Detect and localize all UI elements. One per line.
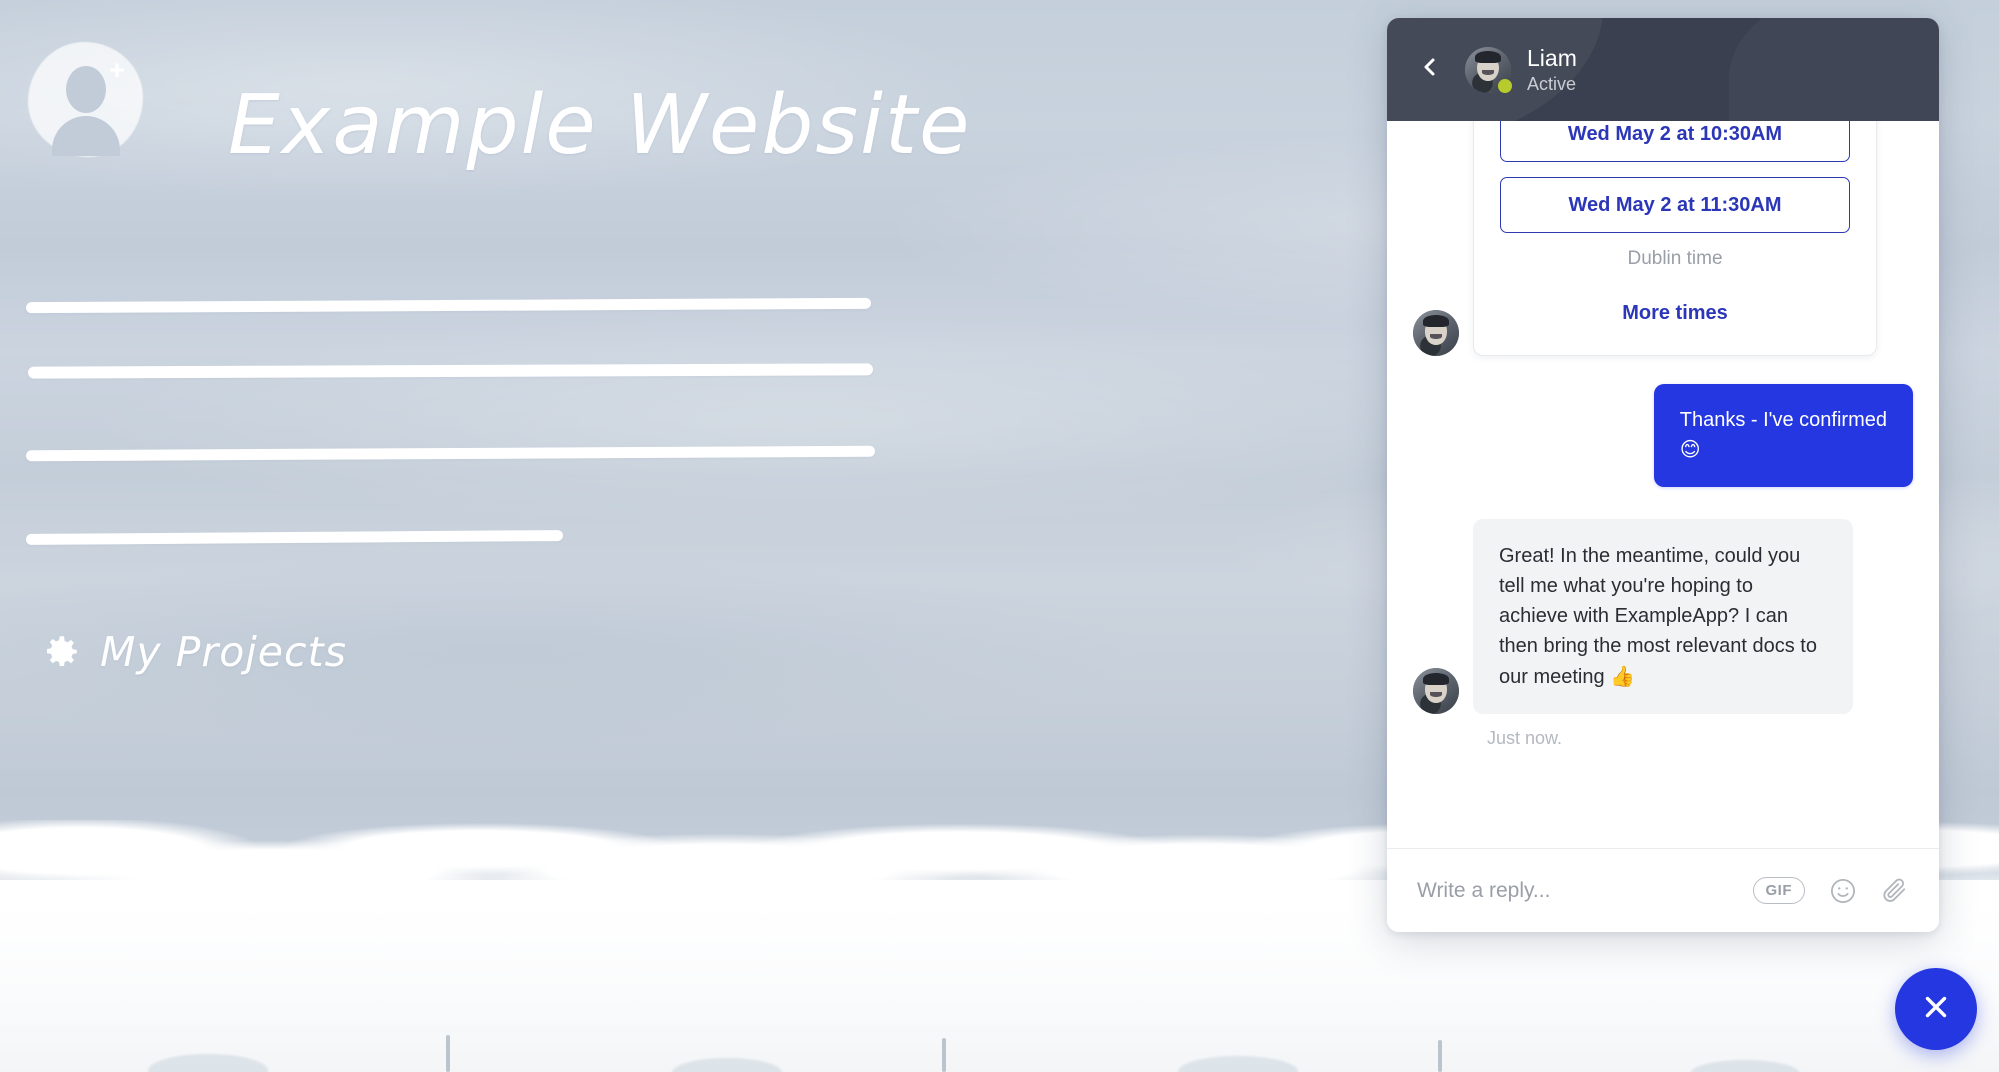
avatar-hair bbox=[1475, 51, 1501, 64]
list-item: Wed May 2 at 10:30AM Wed May 2 at 11:30A… bbox=[1413, 121, 1913, 356]
logo-plus-glyph: + bbox=[109, 55, 125, 85]
message-bubble-incoming: Great! In the meantime, could you tell m… bbox=[1473, 519, 1853, 714]
appointment-card: Wed May 2 at 10:30AM Wed May 2 at 11:30A… bbox=[1473, 121, 1877, 356]
avatar-photo bbox=[1413, 310, 1459, 356]
message-bubble-outgoing: Thanks - I've confirmed 😊 bbox=[1653, 384, 1913, 487]
avatar-hair bbox=[1423, 672, 1449, 685]
my-projects-link[interactable]: My Projects bbox=[40, 628, 347, 676]
chevron-left-icon bbox=[1418, 55, 1442, 84]
gear-icon bbox=[40, 631, 82, 673]
timezone-note: Dublin time bbox=[1627, 248, 1723, 269]
smiley-icon[interactable] bbox=[1829, 877, 1857, 905]
page-title: Example Website bbox=[228, 78, 972, 173]
avatar-smile bbox=[1430, 333, 1442, 339]
avatar bbox=[1413, 310, 1459, 356]
close-icon bbox=[1919, 990, 1953, 1029]
messenger-panel: Liam Active Wed May 2 at 10:30AM Wed May… bbox=[1387, 18, 1939, 932]
my-projects-label: My Projects bbox=[100, 628, 347, 676]
messenger-header: Liam Active bbox=[1387, 18, 1939, 121]
composer-bar: GIF bbox=[1387, 848, 1939, 932]
message-timestamp: Just now. bbox=[1487, 728, 1563, 748]
time-slot-button[interactable]: Wed May 2 at 11:30AM bbox=[1500, 177, 1850, 233]
contact-name: Liam bbox=[1527, 44, 1577, 71]
decorative-column bbox=[942, 1038, 946, 1072]
paperclip-icon[interactable] bbox=[1881, 877, 1909, 905]
time-slot-button[interactable]: Wed May 2 at 10:30AM bbox=[1500, 121, 1850, 162]
message-list[interactable]: Wed May 2 at 10:30AM Wed May 2 at 11:30A… bbox=[1387, 121, 1939, 848]
status-badge bbox=[1498, 78, 1512, 93]
message-text: Thanks - I've confirmed bbox=[1679, 409, 1887, 431]
decorative-column bbox=[1438, 1040, 1442, 1072]
gif-button[interactable]: GIF bbox=[1752, 877, 1805, 904]
more-times-link[interactable]: More times bbox=[1500, 302, 1850, 325]
decorative-column bbox=[446, 1035, 450, 1072]
composer-tools: GIF bbox=[1752, 877, 1910, 905]
message-emoji: 😊 bbox=[1679, 437, 1701, 461]
page-root: + Example Website My Projects Liam Activ… bbox=[0, 0, 1999, 1072]
avatar bbox=[1413, 668, 1459, 714]
reply-input[interactable] bbox=[1417, 878, 1753, 903]
message-text: Great! In the meantime, could you tell m… bbox=[1499, 545, 1817, 688]
avatar bbox=[1465, 46, 1512, 93]
list-item: Thanks - I've confirmed 😊 bbox=[1413, 384, 1913, 487]
message-emoji: 👍 bbox=[1610, 664, 1636, 688]
header-decor-shape bbox=[1729, 18, 1939, 121]
contact-status: Active bbox=[1527, 73, 1577, 94]
avatar-photo bbox=[1413, 668, 1459, 714]
list-item: Great! In the meantime, could you tell m… bbox=[1413, 519, 1913, 714]
back-button[interactable] bbox=[1411, 51, 1449, 89]
header-text: Liam Active bbox=[1527, 44, 1577, 95]
user-plus-icon: + bbox=[28, 42, 143, 157]
logo-head-shape bbox=[66, 66, 106, 113]
avatar-hair bbox=[1423, 314, 1449, 327]
avatar-smile bbox=[1430, 691, 1442, 697]
messenger-close-button[interactable] bbox=[1895, 968, 1977, 1050]
